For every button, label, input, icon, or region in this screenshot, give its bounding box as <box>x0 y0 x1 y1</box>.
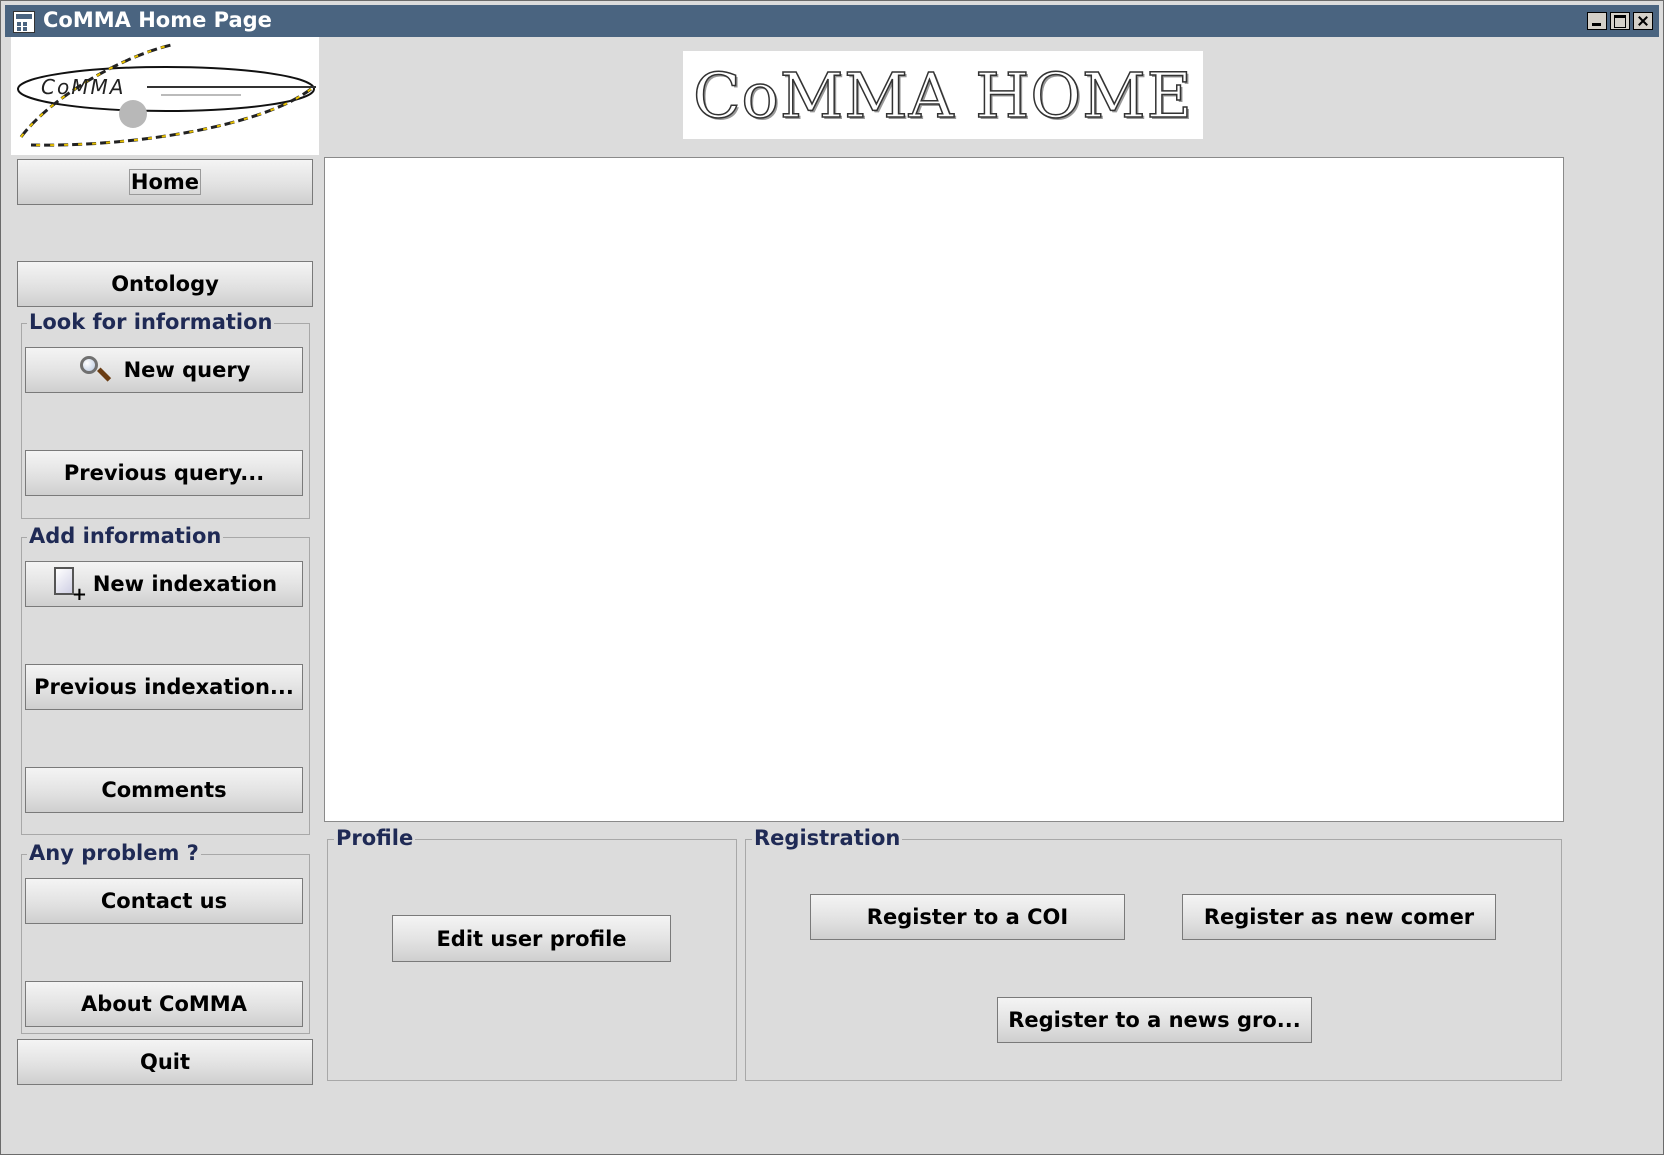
new-query-label: New query <box>123 358 251 382</box>
ontology-button[interactable]: Ontology <box>17 261 313 307</box>
register-news-group-button[interactable]: Register to a news gro... <box>997 997 1312 1043</box>
about-comma-label: About CoMMA <box>81 992 247 1016</box>
home-button-label: Home <box>128 169 202 195</box>
registration-title: Registration <box>752 826 903 850</box>
edit-user-profile-label: Edit user profile <box>436 926 627 951</box>
magnifier-icon <box>78 354 111 386</box>
contact-us-label: Contact us <box>100 889 228 913</box>
close-icon[interactable] <box>1633 12 1653 30</box>
app-window-icon <box>13 11 35 33</box>
register-new-comer-label: Register as new comer <box>1203 905 1475 929</box>
new-indexation-label: New indexation <box>92 572 278 596</box>
maximize-icon[interactable] <box>1610 12 1630 30</box>
ontology-button-label: Ontology <box>111 272 219 296</box>
quit-button[interactable]: Quit <box>17 1039 313 1085</box>
title-bar[interactable]: CoMMA Home Page <box>5 5 1659 37</box>
about-comma-button[interactable]: About CoMMA <box>25 981 303 1027</box>
previous-indexation-button[interactable]: Previous indexation... <box>25 664 303 710</box>
minimize-icon[interactable] <box>1587 12 1607 30</box>
registration-group <box>745 839 1562 1081</box>
previous-query-button[interactable]: Previous query... <box>25 450 303 496</box>
register-coi-label: Register to a COI <box>866 905 1069 929</box>
edit-user-profile-button[interactable]: Edit user profile <box>392 915 671 962</box>
comments-button[interactable]: Comments <box>25 767 303 813</box>
home-button[interactable]: Home <box>17 159 313 205</box>
add-information-title: Add information <box>27 524 224 548</box>
banner-title: CoMMA HOME <box>692 58 1193 133</box>
window-controls <box>1587 12 1653 30</box>
quit-label: Quit <box>139 1050 191 1074</box>
register-new-comer-button[interactable]: Register as new comer <box>1182 894 1496 940</box>
register-news-group-label: Register to a news gro... <box>1008 1008 1301 1032</box>
window-title: CoMMA Home Page <box>43 8 272 32</box>
previous-query-label: Previous query... <box>63 461 265 485</box>
home-banner: CoMMA HOME <box>683 51 1203 139</box>
any-problem-title: Any problem ? <box>27 841 201 865</box>
comments-label: Comments <box>101 778 227 802</box>
contact-us-button[interactable]: Contact us <box>25 878 303 924</box>
register-coi-button[interactable]: Register to a COI <box>810 894 1125 940</box>
new-indexation-button[interactable]: + New indexation <box>25 561 303 607</box>
main-window: CoMMA Home Page CoMMA CoMMA HOME Home On… <box>0 0 1664 1155</box>
look-for-information-title: Look for information <box>27 310 275 334</box>
comma-logo: CoMMA <box>11 37 319 155</box>
profile-title: Profile <box>334 826 416 850</box>
new-document-icon: + <box>51 567 87 604</box>
content-area <box>324 157 1564 822</box>
previous-indexation-label: Previous indexation... <box>34 675 294 699</box>
new-query-button[interactable]: New query <box>25 347 303 393</box>
logo-text: CoMMA <box>41 75 126 99</box>
